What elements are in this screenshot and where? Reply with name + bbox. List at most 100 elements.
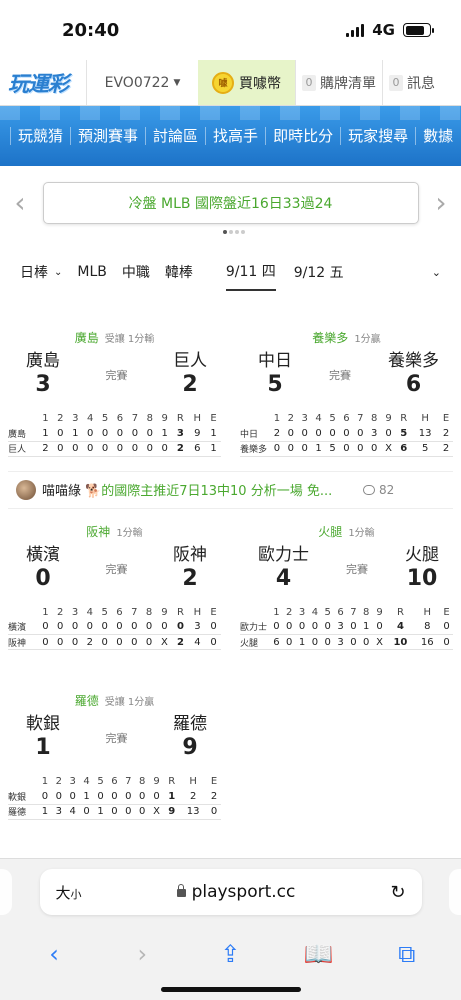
inning-header: 1 [42,606,49,618]
away-team: 廣島 3 [26,351,60,399]
caret-down-icon: ▼ [173,77,181,88]
back-icon[interactable]: ‹ [34,940,74,968]
line-cell: 10 [386,634,415,650]
league-tab-cpbl[interactable]: 中職 [122,262,150,282]
nav-item-play[interactable]: 玩競猜 [10,127,70,145]
site-logo[interactable]: 玩運彩 [0,60,86,105]
inning-header: 5 [97,776,104,787]
inning-header: 6 [111,776,118,787]
date-tab-next[interactable]: 9/12 五 [294,254,344,290]
away-score: 5 [267,372,283,397]
chevron-left-icon[interactable]: ‹ [8,186,32,219]
league-tab-mlb[interactable]: MLB [77,264,106,280]
line-header-blank [240,411,270,426]
line-cell: 2 [172,634,189,650]
comment-count: 82 [379,482,395,497]
line-cell: 0 [127,426,143,442]
chevron-down-icon[interactable]: ⌄ [432,266,441,279]
buy-coins-label: 買噱幣 [239,75,281,92]
date-tab-today[interactable]: 9/11 四 [225,253,276,291]
line-cell: 0 [207,804,221,820]
line-cell: 1 [157,426,173,442]
inning-header: 1 [41,776,49,787]
line-cell: 3 [334,634,347,650]
league-tab-kbo[interactable]: 韓棒 [165,262,193,282]
promo-post[interactable]: 喵喵綠 🐕的國際主推近7日13中10 分析一場 免... 82 [8,470,453,509]
line-cell: 2 [179,789,208,805]
away-team: 軟銀 1 [26,714,60,762]
nav-item-predict[interactable]: 預測賽事 [70,127,145,145]
line-cell: 0 [97,634,113,650]
home-score: 2 [182,565,198,591]
inning-header: 1 [42,413,49,424]
line-cell: 0 [142,441,158,457]
line-cell: 0 [311,426,326,442]
home-score: 10 [406,565,438,591]
line-cell: 0 [353,426,368,442]
promo-username: 喵喵綠 [42,484,82,499]
address-bar[interactable]: 大小 playsport.cc ↻ [39,869,422,915]
line-cell: 13 [411,426,440,442]
inning-header: 3 [72,413,79,424]
away-team-name: 中日 [258,351,292,371]
reload-icon[interactable]: ↻ [390,882,405,903]
line-cell: 0 [141,619,157,635]
nav-item-experts[interactable]: 找高手 [205,127,265,145]
line-cell: 0 [82,441,98,457]
text-size-button[interactable]: 大小 [56,882,82,903]
game-card[interactable]: 養樂多 1分贏 中日 5 完賽 養樂多 6 123456789RHE 中日 2 0 0 0… [240,329,453,457]
game-card[interactable]: 廣島 受讓 1分輸 廣島 3 完賽 巨人 2 123456789RHE 廣島 1 0 1… [8,329,221,457]
inning-header: R [396,606,404,618]
line-cell: 9 [188,426,207,442]
announcement-banner[interactable]: 冷盤 MLB 國際盤近16日33過24 [42,181,419,224]
nav-item-player-search[interactable]: 玩家搜尋 [340,127,415,145]
line-cell: 0 [82,619,98,635]
scoreboard: 歐力士 4 完賽 火腿 10 [240,543,453,595]
nav-item-live-scores[interactable]: 即時比分 [265,127,340,145]
pick-result: 1分輸 [348,527,375,539]
inning-header: H [189,776,197,787]
line-cell: 1 [38,426,53,442]
scoreboard: 廣島 3 完賽 巨人 2 [8,349,221,401]
line-row: 中日 2 0 0 0 0 0 0 3 0 5 13 2 [240,426,453,442]
home-team-name: 養樂多 [388,351,439,371]
cart-link[interactable]: 0 購牌清單 [295,60,382,105]
inning-header: H [193,413,202,424]
buy-coins-button[interactable]: 噱 買噱幣 [198,60,295,105]
line-cell: 0 [372,619,387,635]
line-cell: 0 [52,441,68,457]
inning-header: 7 [125,776,132,787]
url-display[interactable]: playsport.cc [82,882,391,902]
game-card[interactable]: 阪神 1分輸 橫濱 0 完賽 阪神 2 123456789RHE 橫濱 0 0 0 0 0 0… [8,523,221,650]
forward-icon[interactable]: › [122,940,162,968]
line-cell: 0 [112,426,128,442]
league-select[interactable]: 日棒 ⌄ [20,262,62,282]
line-cell: X [149,804,165,820]
game-card[interactable]: 火腿 1分輸 歐力士 4 完賽 火腿 10 123456789RHE 歐力士 0 0 0… [240,523,453,650]
inning-header: 6 [343,413,350,424]
share-icon[interactable]: ⇪ [210,940,250,968]
chevron-right-icon[interactable]: › [429,186,453,219]
linescore-table: 123456789RHE 軟銀 0 0 0 1 0 0 0 0 0 1 2 2 羅德 1 3 4 0 1 0 0 0 X 9… [8,774,221,820]
nav-item-forum[interactable]: 討論區 [145,127,205,145]
line-row: 橫濱 0 0 0 0 0 0 0 0 0 0 3 0 [8,619,221,635]
inning-header: 8 [370,413,378,424]
line-cell: 8 [414,619,441,635]
messages-link[interactable]: 0 訊息 [382,60,441,105]
nav-item-stats[interactable]: 數據 [415,127,460,145]
inning-header: E [442,413,450,424]
line-cell: 0 [67,619,83,635]
line-cell: 2 [82,634,98,650]
line-cell: 0 [156,619,173,635]
line-team-name: 養樂多 [240,441,270,457]
line-cell: 0 [38,634,53,650]
username: EVO0722 [104,74,170,91]
bookmarks-icon[interactable]: 📖 [299,940,339,968]
promo-text: 🐕的國際主推近7日13中10 分析一場 免... [85,484,333,499]
line-cell: 0 [321,619,335,635]
user-menu[interactable]: EVO0722 ▼ [86,60,198,105]
line-cell: 0 [282,619,296,635]
tabs-icon[interactable]: ⧉ [387,940,427,968]
game-card[interactable]: 羅德 受讓 1分贏 軟銀 1 完賽 羅德 9 123456789RHE 軟銀 0 0 0… [8,692,221,820]
home-team: 羅德 9 [173,714,207,762]
